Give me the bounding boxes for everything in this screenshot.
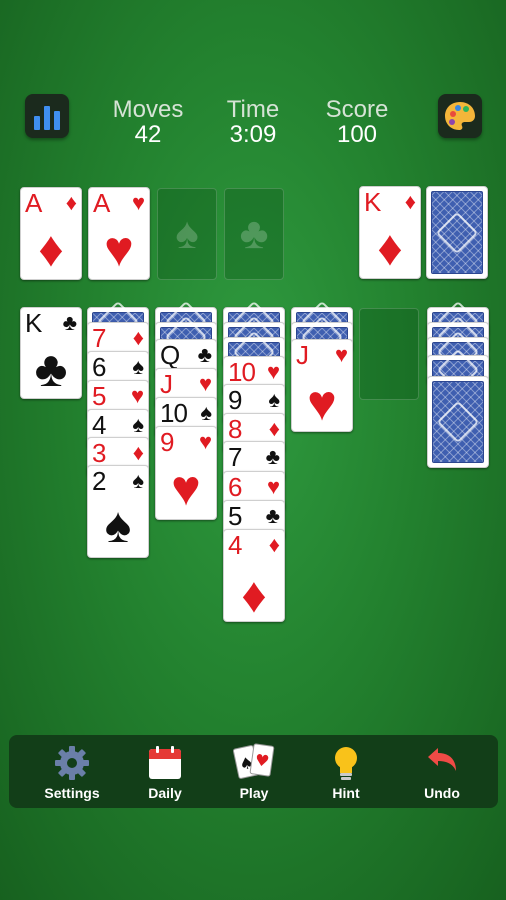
tableau-card[interactable]: 9 ♥ ♥	[155, 426, 217, 520]
card-rank: 5	[92, 381, 107, 411]
waste-card[interactable]: K ♦ ♦	[359, 186, 421, 279]
spade-icon: ♠	[104, 497, 132, 553]
diamond-icon: ♦	[268, 416, 280, 441]
card-rank: A	[93, 188, 110, 218]
palette-icon	[445, 102, 475, 130]
heart-icon: ♥	[131, 190, 145, 215]
svg-text:♥: ♥	[254, 750, 271, 771]
card-rank: 10	[160, 398, 188, 428]
undo-label: Undo	[424, 785, 460, 801]
lightbulb-icon	[335, 747, 357, 780]
card-rank: 5	[228, 501, 243, 531]
diamond-icon: ♦	[377, 220, 403, 276]
foundation-slot[interactable]: ♠	[157, 188, 217, 280]
time-value: 3:09	[229, 121, 277, 148]
hint-label: Hint	[332, 785, 360, 801]
undo-button[interactable]: Undo	[397, 735, 487, 808]
hint-button[interactable]: Hint	[301, 735, 391, 808]
card-rank: A	[25, 188, 42, 218]
tableau-empty-slot[interactable]	[359, 308, 419, 400]
heart-icon: ♥	[198, 371, 212, 396]
diamond-icon: ♦	[65, 190, 77, 215]
card-rank: 4	[92, 410, 107, 440]
stock-pile[interactable]	[426, 186, 488, 279]
time-label: Time	[226, 96, 280, 123]
card-rank: 8	[228, 414, 243, 444]
face-down-card[interactable]	[427, 376, 489, 468]
card-back-pattern	[432, 381, 484, 463]
moves-label: Moves	[112, 96, 184, 123]
score-value: 100	[336, 121, 378, 148]
foundation-card[interactable]: A ♥ ♥	[88, 187, 150, 280]
moves-counter: Moves 42	[93, 97, 203, 147]
card-rank: 9	[160, 427, 175, 457]
score-label: Score	[325, 96, 389, 123]
foundation-card[interactable]: A ♦ ♦	[20, 187, 82, 280]
daily-button[interactable]: Daily	[120, 735, 210, 808]
spade-icon: ♠	[175, 209, 199, 258]
card-rank: 10	[228, 357, 256, 387]
gear-icon	[55, 746, 89, 780]
stats-button[interactable]	[25, 94, 69, 138]
card-rank: J	[296, 340, 309, 370]
score-counter: Score 100	[302, 97, 412, 147]
daily-label: Daily	[148, 785, 182, 801]
card-rank: J	[160, 369, 173, 399]
card-rank: 4	[228, 530, 243, 560]
theme-button[interactable]	[438, 94, 482, 138]
heart-icon: ♥	[198, 429, 212, 454]
play-button[interactable]: ♠ ♥ Play	[209, 735, 299, 808]
diamond-icon: ♦	[132, 440, 144, 465]
tableau-card[interactable]: 2 ♠ ♠	[87, 465, 149, 558]
club-icon: ♣	[239, 209, 269, 258]
spade-icon: ♠	[268, 387, 280, 412]
bottom-toolbar: Settings Daily ♠ ♥ Play Hint Undo	[9, 735, 498, 808]
settings-label: Settings	[44, 785, 100, 801]
heart-icon: ♥	[334, 342, 348, 367]
diamond-icon: ♦	[404, 189, 416, 214]
card-rank: Q	[160, 340, 180, 370]
moves-value: 42	[134, 121, 162, 148]
settings-button[interactable]: Settings	[27, 735, 117, 808]
card-rank: 6	[92, 352, 107, 382]
club-icon: ♣	[34, 341, 68, 397]
club-icon: ♣	[265, 444, 280, 469]
play-label: Play	[239, 785, 269, 801]
card-rank: 9	[228, 385, 243, 415]
bar-chart-icon	[34, 106, 60, 130]
tableau-card[interactable]: K ♣ ♣	[20, 307, 82, 399]
spade-icon: ♠	[132, 468, 144, 493]
card-rank: K	[364, 187, 381, 217]
tableau-card[interactable]: J ♥ ♥	[291, 339, 353, 432]
card-rank: 6	[228, 472, 243, 502]
calendar-icon	[149, 746, 181, 779]
heart-icon: ♥	[171, 460, 201, 516]
heart-icon: ♥	[104, 221, 134, 277]
heart-icon: ♥	[130, 383, 144, 408]
spade-icon: ♠	[132, 354, 144, 379]
time-counter: Time 3:09	[198, 97, 308, 147]
diamond-icon: ♦	[38, 221, 64, 277]
card-rank: 7	[228, 442, 243, 472]
undo-arrow-icon	[428, 748, 456, 771]
spade-icon: ♠	[200, 400, 212, 425]
cards-icon: ♠ ♥	[232, 743, 275, 779]
spade-icon: ♠	[132, 412, 144, 437]
tableau-card[interactable]: 4 ♦ ♦	[223, 529, 285, 622]
card-rank: 7	[92, 323, 107, 353]
heart-icon: ♥	[266, 474, 280, 499]
heart-icon: ♥	[307, 375, 337, 431]
card-rank: 2	[92, 466, 107, 496]
club-icon: ♣	[265, 503, 280, 528]
diamond-icon: ♦	[241, 567, 267, 623]
card-rank: 3	[92, 438, 107, 468]
club-icon: ♣	[197, 342, 212, 367]
diamond-icon: ♦	[132, 325, 144, 350]
foundation-slot[interactable]: ♣	[224, 188, 284, 280]
diamond-icon: ♦	[268, 532, 280, 557]
heart-icon: ♥	[266, 359, 280, 384]
club-icon: ♣	[62, 310, 77, 335]
card-back-pattern	[431, 191, 483, 274]
card-rank: K	[25, 308, 42, 338]
